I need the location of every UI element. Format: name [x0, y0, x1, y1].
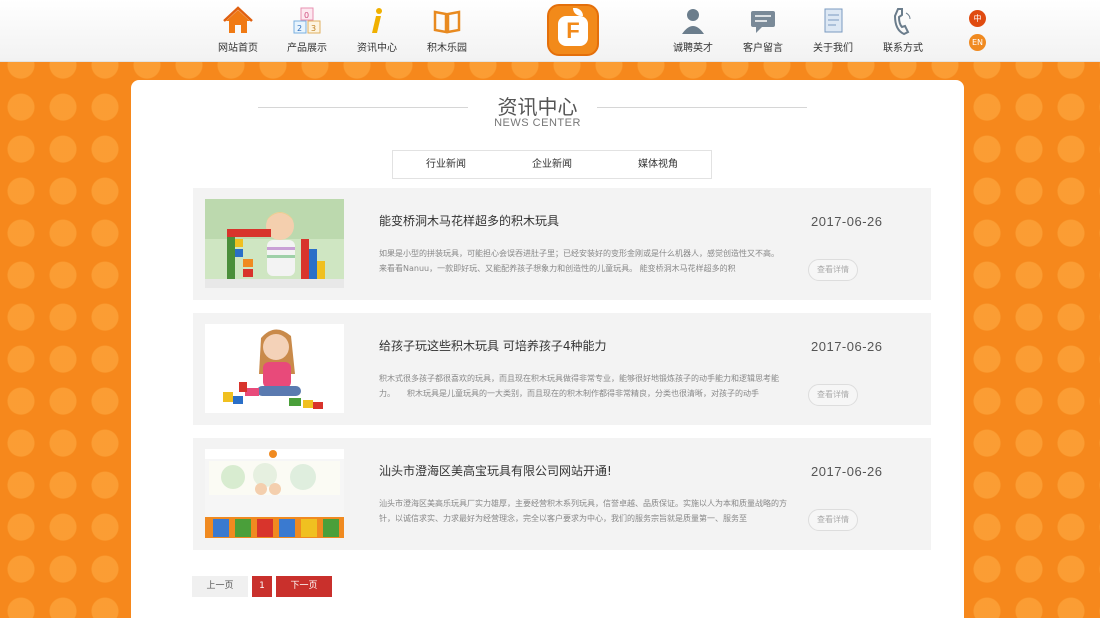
view-details-button[interactable]: 查看详情: [808, 259, 858, 281]
page-number-current[interactable]: 1: [252, 576, 272, 597]
logo-letter: F: [558, 16, 588, 46]
nav-careers[interactable]: 诚聘英才: [658, 6, 728, 56]
news-item: 给孩子玩这些积木玩具 可培养孩子4种能力 积木式很多孩子都很喜欢的玩具，而且现在…: [193, 313, 931, 425]
page-title: 资讯中心: [497, 95, 578, 119]
next-page-button[interactable]: 下一页: [276, 576, 332, 597]
logo-leaf: [573, 8, 583, 16]
news-date: 2017-06-26: [811, 214, 883, 229]
title-divider-right: [597, 107, 807, 108]
nav-careers-label: 诚聘英才: [673, 43, 713, 54]
svg-text:2: 2: [297, 24, 302, 33]
tab-industry-news[interactable]: 行业新闻: [393, 151, 499, 178]
nav-park-label: 积木乐园: [427, 43, 467, 54]
document-icon: [818, 6, 848, 36]
nav-messages[interactable]: 客户留言: [728, 6, 798, 56]
site-logo[interactable]: F: [547, 4, 599, 56]
news-thumbnail[interactable]: [205, 449, 344, 538]
view-details-button[interactable]: 查看详情: [808, 509, 858, 531]
info-icon: [362, 6, 392, 36]
prev-page-button[interactable]: 上一页: [192, 576, 248, 597]
news-thumbnail[interactable]: [205, 199, 344, 288]
page-subtitle: NEWS CENTER: [494, 117, 581, 129]
tab-media-view[interactable]: 媒体视角: [605, 151, 711, 178]
news-title[interactable]: 给孩子玩这些积木玩具 可培养孩子4种能力: [379, 337, 606, 354]
news-summary: 汕头市澄海区美高乐玩具厂实力雄厚，主要经营积木系列玩具，信誉卓越、品质保证。实施…: [379, 499, 787, 523]
news-summary: 积木式很多孩子都很喜欢的玩具，而且现在积木玩具做得非常专业，能够很好地锻炼孩子的…: [379, 374, 779, 398]
svg-text:0: 0: [304, 11, 309, 20]
blocks-icon: 0 2 3: [292, 6, 322, 36]
message-icon: [748, 6, 778, 36]
nav-news[interactable]: 资讯中心: [342, 6, 412, 56]
svg-text:3: 3: [311, 24, 316, 33]
book-icon: [432, 6, 462, 36]
news-title[interactable]: 能变桥洞木马花样超多的积木玩具: [379, 212, 559, 229]
news-item: 能变桥洞木马花样超多的积木玩具 如果是小型的拼装玩具，可能担心会误吞进肚子里；已…: [193, 188, 931, 300]
nav-messages-label: 客户留言: [743, 43, 783, 54]
person-icon: [678, 6, 708, 36]
title-divider-left: [258, 107, 468, 108]
news-title[interactable]: 汕头市澄海区美高宝玩具有限公司网站开通!: [379, 462, 612, 479]
news-item: 汕头市澄海区美高宝玩具有限公司网站开通! 汕头市澄海区美高乐玩具厂实力雄厚，主要…: [193, 438, 931, 550]
nav-products-label: 产品展示: [287, 43, 327, 54]
nav-contact-label: 联系方式: [883, 43, 923, 54]
top-navigation: 网站首页 0 2 3 产品展示 资讯中心 积木乐园 F 诚聘英才 客户留言 关于…: [0, 0, 1100, 62]
nav-about[interactable]: 关于我们: [798, 6, 868, 56]
nav-home-label: 网站首页: [218, 43, 258, 54]
home-icon: [223, 6, 253, 36]
tab-company-news[interactable]: 企业新闻: [499, 151, 605, 178]
news-date: 2017-06-26: [811, 339, 883, 354]
news-date: 2017-06-26: [811, 464, 883, 479]
news-thumbnail[interactable]: [205, 324, 344, 413]
nav-park[interactable]: 积木乐园: [412, 6, 482, 56]
nav-home[interactable]: 网站首页: [203, 6, 273, 56]
nav-news-label: 资讯中心: [357, 43, 397, 54]
nav-contact[interactable]: 联系方式: [868, 6, 938, 56]
lang-cn-button[interactable]: 中: [969, 10, 986, 27]
nav-about-label: 关于我们: [813, 43, 853, 54]
news-summary: 如果是小型的拼装玩具，可能担心会误吞进肚子里；已经安装好的变形金刚或是什么机器人…: [379, 249, 789, 273]
lang-en-button[interactable]: EN: [969, 34, 986, 51]
nav-products[interactable]: 0 2 3 产品展示: [272, 6, 342, 56]
category-tabs: 行业新闻 企业新闻 媒体视角: [392, 150, 712, 179]
view-details-button[interactable]: 查看详情: [808, 384, 858, 406]
phone-icon: [888, 6, 918, 36]
